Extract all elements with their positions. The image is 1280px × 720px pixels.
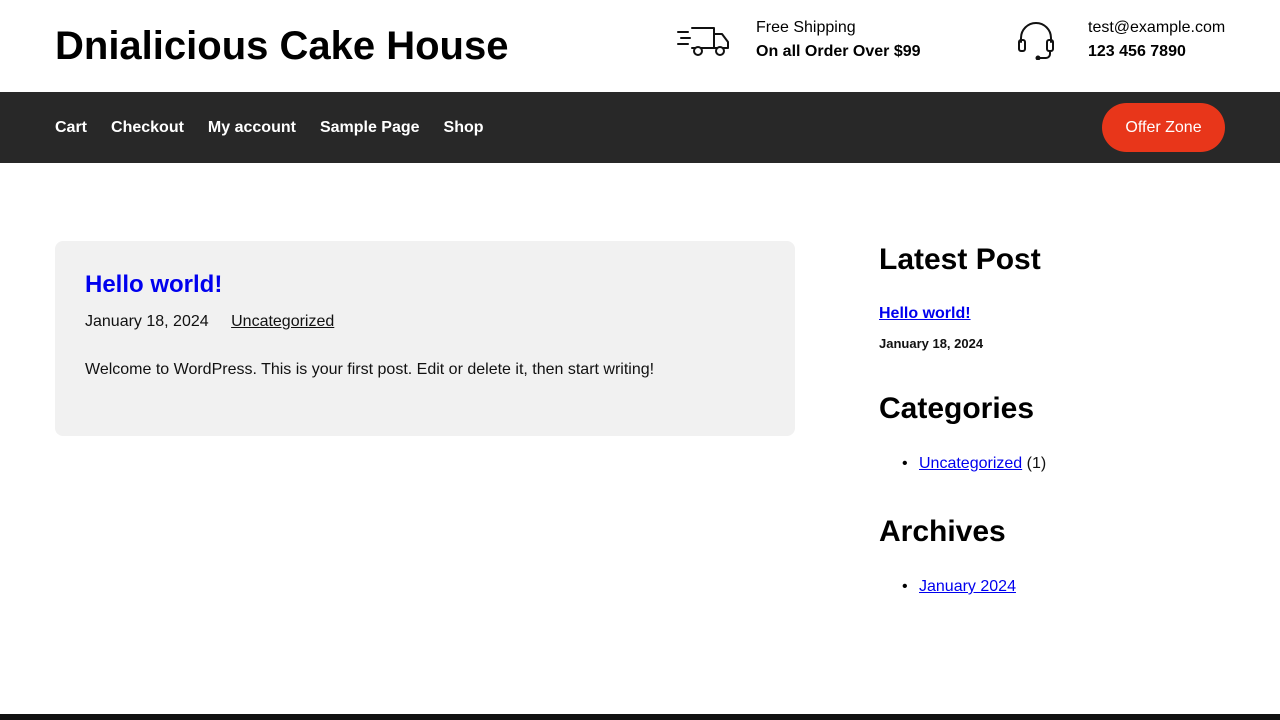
nav-link-cart[interactable]: Cart [55, 119, 87, 137]
archives-heading: Archives [879, 515, 1006, 548]
nav-link-checkout[interactable]: Checkout [111, 119, 184, 137]
main-navigation: Cart Checkout My account Sample Page Sho… [0, 92, 1280, 163]
post-title-link[interactable]: Hello world! [85, 271, 222, 299]
nav-menu: Cart Checkout My account Sample Page Sho… [55, 92, 508, 163]
post-meta: January 18, 2024 Uncategorized [85, 312, 334, 332]
shipping-subtitle: On all Order Over $99 [756, 43, 921, 60]
post-date: January 18, 2024 [85, 313, 209, 330]
post-card: Hello world! January 18, 2024 Uncategori… [55, 241, 795, 436]
archive-link-january-2024[interactable]: January 2024 [919, 578, 1016, 595]
contact-email[interactable]: test@example.com [1088, 19, 1225, 37]
footer-bar [0, 714, 1280, 720]
nav-link-my-account[interactable]: My account [208, 119, 296, 137]
site-title[interactable]: Dnialicious Cake House [55, 24, 508, 68]
nav-link-shop[interactable]: Shop [444, 119, 484, 137]
post-category-link[interactable]: Uncategorized [231, 313, 334, 330]
archive-item: January 2024 [879, 577, 1016, 597]
headset-icon [1018, 22, 1054, 60]
latest-post-date: January 18, 2024 [879, 336, 984, 351]
category-item: Uncategorized (1) [879, 454, 1046, 474]
latest-post-link[interactable]: Hello world! [879, 304, 971, 324]
contact-phone[interactable]: 123 456 7890 [1088, 43, 1225, 61]
latest-post-heading: Latest Post [879, 243, 1041, 276]
categories-list: Uncategorized (1) [879, 454, 1046, 474]
shipping-title: Free Shipping [756, 19, 856, 36]
site-header: Dnialicious Cake House Free Shipping On … [0, 0, 1280, 92]
category-count: (1) [1026, 455, 1047, 472]
categories-heading: Categories [879, 392, 1035, 425]
nav-link-sample-page[interactable]: Sample Page [320, 119, 420, 137]
archives-list: January 2024 [879, 577, 1016, 597]
offer-zone-button[interactable]: Offer Zone [1102, 103, 1225, 152]
delivery-truck-icon [677, 27, 729, 56]
category-link-uncategorized[interactable]: Uncategorized [919, 455, 1022, 472]
post-excerpt: Welcome to WordPress. This is your first… [85, 361, 655, 378]
